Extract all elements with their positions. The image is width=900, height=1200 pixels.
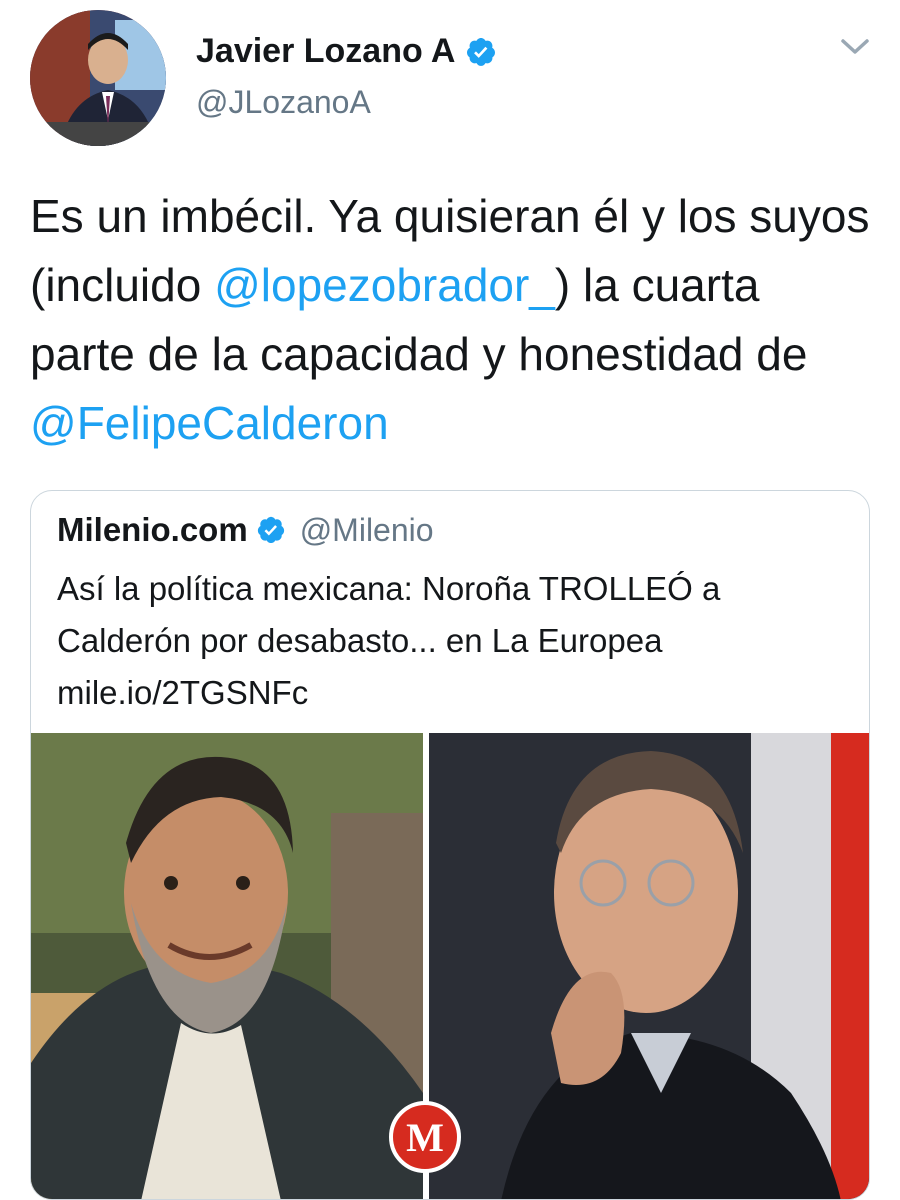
milenio-logo-letter: M <box>406 1115 444 1160</box>
quoted-author-name[interactable]: Milenio.com <box>57 511 248 549</box>
author-avatar[interactable] <box>30 10 166 146</box>
tweet-options-chevron-down-icon[interactable] <box>840 36 870 58</box>
quoted-tweet-text: Así la política mexicana: Noroña TROLLEÓ… <box>57 563 857 719</box>
author-handle[interactable]: @JLozanoA <box>196 84 371 121</box>
quoted-tweet-header: Milenio.com @Milenio <box>57 511 434 549</box>
quoted-tweet-media[interactable]: M <box>31 733 869 1199</box>
quoted-tweet-link[interactable]: mile.io/2TGSNFc <box>57 667 857 719</box>
tweet-card: Javier Lozano A @JLozanoA Es un imbécil.… <box>0 0 900 1200</box>
avatar-photo-icon <box>30 10 166 146</box>
tweet-text: Es un imbécil. Ya quisieran él y los suy… <box>30 182 870 458</box>
quoted-tweet-body: Así la política mexicana: Noroña TROLLEÓ… <box>57 570 721 659</box>
mention-link-felipecalderon[interactable]: @FelipeCalderon <box>30 397 389 449</box>
mention-link-lopezobrador[interactable]: @lopezobrador_ <box>214 259 555 311</box>
news-photo-collage-icon: M <box>31 733 869 1199</box>
quoted-author-handle[interactable]: @Milenio <box>300 512 434 549</box>
author-name[interactable]: Javier Lozano A <box>196 32 497 71</box>
author-name-text: Javier Lozano A <box>196 32 456 70</box>
quoted-tweet-card[interactable]: Milenio.com @Milenio Así la política mex… <box>30 490 870 1200</box>
verified-badge-icon <box>465 36 497 68</box>
quoted-verified-badge-icon <box>256 515 286 545</box>
